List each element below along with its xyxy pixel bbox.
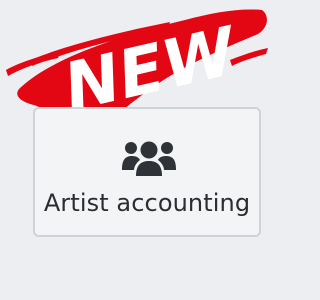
artist-accounting-card[interactable]: Artist accounting [33, 107, 261, 237]
card-label: Artist accounting [43, 189, 251, 217]
page: NEW Artist accounting [0, 0, 300, 300]
users-icon [122, 141, 176, 176]
